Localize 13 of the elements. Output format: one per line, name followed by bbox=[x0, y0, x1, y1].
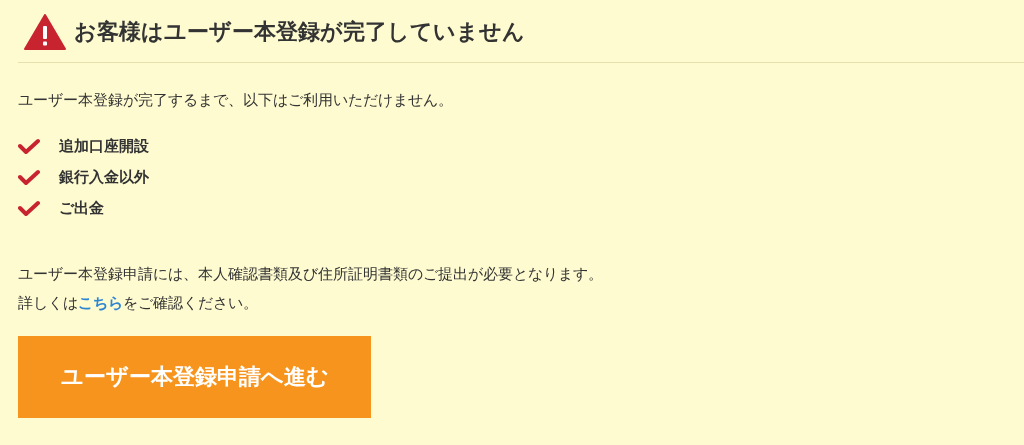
check-icon bbox=[18, 137, 40, 155]
restriction-text: 追加口座開設 bbox=[59, 136, 149, 157]
proceed-button[interactable]: ユーザー本登録申請へ進む bbox=[18, 336, 371, 418]
restriction-text: ご出金 bbox=[59, 198, 104, 219]
details-text: 詳しくはこちら をご確認ください。 bbox=[18, 293, 259, 314]
heading-title: お客様はユーザー本登録が完了していません bbox=[74, 18, 525, 46]
warning-icon bbox=[24, 14, 66, 50]
restriction-text: 銀行入金以外 bbox=[59, 167, 149, 188]
check-icon bbox=[18, 199, 40, 217]
notice-text: ユーザー本登録申請には、本人確認書類及び住所証明書類のご提出が必要となります。 bbox=[18, 264, 604, 285]
details-link[interactable]: こちら bbox=[78, 294, 123, 312]
intro-text: ユーザー本登録が完了するまで、以下はご利用いただけません。 bbox=[18, 90, 454, 111]
check-icon bbox=[18, 168, 40, 186]
